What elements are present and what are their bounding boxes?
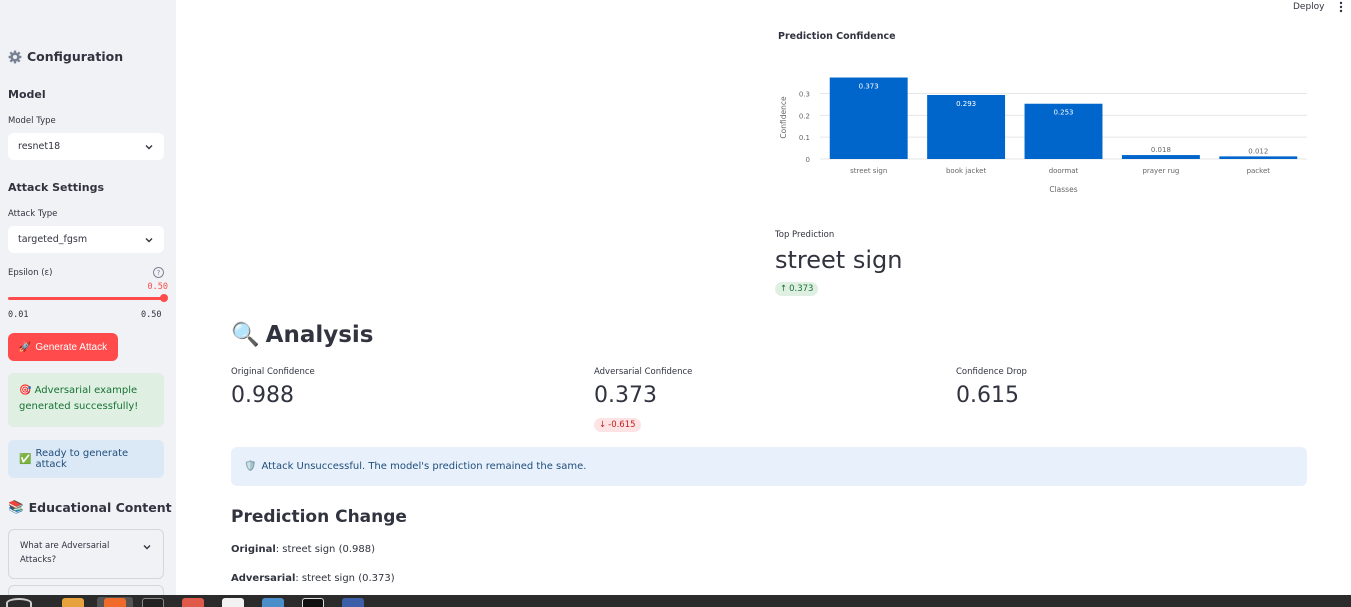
educational-content-text: Educational Content bbox=[28, 499, 172, 515]
books-icon: 📚 bbox=[8, 499, 24, 514]
help-icon[interactable]: ? bbox=[153, 267, 164, 278]
launcher-icon[interactable] bbox=[6, 598, 32, 607]
shield-icon: 🛡️ bbox=[244, 461, 257, 472]
original-confidence-value: 0.988 bbox=[231, 383, 294, 408]
model-type-label: Model Type bbox=[8, 116, 56, 126]
attack-type-value: targeted_fgsm bbox=[18, 234, 88, 245]
app-icon-red[interactable] bbox=[182, 598, 204, 607]
epsilon-max: 0.50 bbox=[141, 310, 162, 320]
attack-result-text: Attack Unsuccessful. The model's predict… bbox=[261, 461, 587, 472]
model-type-value: resnet18 bbox=[18, 141, 61, 152]
adversarial-confidence-value: 0.373 bbox=[594, 383, 657, 408]
chevron-down-icon bbox=[145, 144, 153, 149]
adversarial-delta-value: -0.615 bbox=[608, 420, 636, 430]
confidence-drop-label: Confidence Drop bbox=[956, 367, 1027, 377]
y-tick-label: 0.1 bbox=[799, 134, 810, 142]
epsilon-min: 0.01 bbox=[8, 310, 29, 320]
attack-type-label: Attack Type bbox=[8, 209, 58, 219]
app-icon-blue[interactable] bbox=[262, 598, 284, 607]
os-taskbar bbox=[0, 595, 1351, 607]
app-icon-white[interactable] bbox=[222, 598, 244, 607]
bar-data-label: 0.018 bbox=[1151, 146, 1171, 154]
adversarial-confidence-delta: ↓ -0.615 bbox=[594, 418, 641, 432]
sidebar: Configuration Model Model Type resnet18 … bbox=[0, 0, 176, 595]
browser-icon[interactable] bbox=[104, 598, 126, 607]
bar-data-label: 0.293 bbox=[956, 100, 976, 108]
bar-data-label: 0.012 bbox=[1248, 147, 1268, 155]
original-confidence-label: Original Confidence bbox=[231, 367, 315, 377]
adversarial-confidence-label: Adversarial Confidence bbox=[594, 367, 693, 377]
analysis-title: 🔍 Analysis bbox=[231, 321, 374, 349]
bar bbox=[1121, 155, 1200, 159]
attack-type-select[interactable]: targeted_fgsm bbox=[8, 226, 164, 253]
success-message: Adversarial example generated successful… bbox=[19, 385, 139, 412]
prediction-confidence-chart: 0 0.1 0.2 0.3 Confidence 0.373 street sign 0.29… bbox=[779, 77, 1307, 194]
original-prediction-line: Original: street sign (0.988) bbox=[231, 544, 375, 555]
gear-icon bbox=[8, 50, 22, 63]
adversarial-prediction-line: Adversarial: street sign (0.373) bbox=[231, 573, 395, 584]
second-expander[interactable] bbox=[8, 585, 164, 595]
analysis-title-text: Analysis bbox=[265, 321, 374, 348]
more-vertical-icon[interactable] bbox=[1336, 1, 1346, 13]
epsilon-slider-track[interactable] bbox=[8, 297, 164, 300]
arrow-up-icon: ↑ bbox=[780, 284, 788, 294]
adversarial-prediction-label: Adversarial bbox=[231, 573, 296, 584]
y-tick-label: 0.3 bbox=[799, 90, 810, 98]
original-prediction-label: Original bbox=[231, 544, 276, 555]
epsilon-label: Epsilon (ε) bbox=[8, 268, 53, 278]
generate-attack-label: Generate Attack bbox=[35, 341, 108, 353]
info-alert: ✅ Ready to generate attack bbox=[8, 440, 164, 478]
x-tick-label: street sign bbox=[850, 167, 887, 175]
top-prediction-value: street sign bbox=[775, 246, 903, 274]
expander-label: What are Adversarial Attacks? bbox=[20, 541, 110, 566]
info-message: Ready to generate attack bbox=[35, 448, 129, 470]
educational-content-title: 📚 Educational Content bbox=[8, 499, 172, 515]
arrow-down-icon: ↓ bbox=[599, 420, 607, 430]
top-prediction-delta: ↑ 0.373 bbox=[775, 282, 819, 296]
chevron-down-icon bbox=[145, 237, 153, 242]
success-alert: 🎯 Adversarial example generated successf… bbox=[8, 373, 164, 427]
y-tick-label: 0.2 bbox=[799, 112, 810, 120]
confidence-drop-value: 0.615 bbox=[956, 383, 1019, 408]
rocket-icon: 🚀 bbox=[18, 341, 32, 353]
x-axis-label: Classes bbox=[1049, 185, 1077, 194]
adversarial-prediction-text: : street sign (0.373) bbox=[295, 573, 395, 584]
x-tick-label: prayer rug bbox=[1142, 167, 1179, 175]
sidebar-title-text: Configuration bbox=[27, 49, 124, 64]
x-tick-label: doormat bbox=[1049, 167, 1079, 175]
bar-data-label: 0.373 bbox=[859, 83, 879, 91]
chevron-down-icon bbox=[143, 545, 151, 550]
app-icon-black[interactable] bbox=[302, 598, 324, 607]
top-prediction-delta-value: 0.373 bbox=[789, 284, 814, 294]
adversarial-attacks-expander[interactable]: What are Adversarial Attacks? bbox=[8, 529, 164, 579]
bar bbox=[1219, 156, 1298, 159]
bar-data-label: 0.253 bbox=[1053, 109, 1073, 117]
sidebar-title: Configuration bbox=[8, 49, 123, 64]
y-tick-label: 0 bbox=[806, 156, 810, 164]
x-tick-label: book jacket bbox=[946, 167, 986, 175]
folder-icon[interactable] bbox=[62, 598, 84, 607]
model-type-select[interactable]: resnet18 bbox=[8, 133, 164, 160]
top-prediction-label: Top Prediction bbox=[775, 230, 835, 240]
epsilon-slider-handle[interactable] bbox=[160, 294, 168, 302]
app-icon-navy[interactable] bbox=[342, 598, 364, 607]
attack-settings-heading: Attack Settings bbox=[8, 181, 105, 194]
check-icon: ✅ bbox=[19, 453, 32, 465]
model-heading: Model bbox=[8, 88, 46, 101]
terminal-icon[interactable] bbox=[142, 598, 164, 607]
deploy-button[interactable]: Deploy bbox=[1293, 0, 1325, 14]
attack-result-banner: 🛡️ Attack Unsuccessful. The model's pred… bbox=[231, 447, 1307, 486]
original-prediction-text: : street sign (0.988) bbox=[275, 544, 376, 555]
epsilon-current-value: 0.50 bbox=[147, 282, 168, 292]
generate-attack-button[interactable]: 🚀 Generate Attack bbox=[8, 333, 118, 361]
prediction-change-title: Prediction Change bbox=[231, 507, 407, 527]
magnifier-icon: 🔍 bbox=[231, 322, 260, 348]
app-root: Configuration Model Model Type resnet18 … bbox=[0, 0, 1351, 607]
target-icon: 🎯 bbox=[19, 385, 32, 396]
chart-title: Prediction Confidence bbox=[778, 31, 896, 42]
y-axis-label: Confidence bbox=[779, 96, 788, 139]
x-tick-label: packet bbox=[1247, 167, 1271, 175]
